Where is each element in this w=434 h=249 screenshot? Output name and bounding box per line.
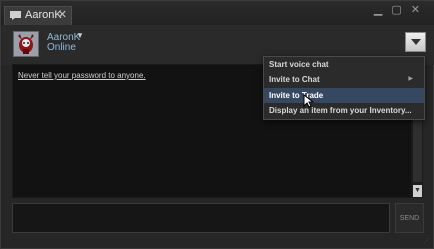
chat-options-button[interactable] [405,32,426,52]
close-icon[interactable]: ✕ [411,3,429,16]
avatar[interactable] [13,31,39,57]
security-warning-link[interactable]: Never tell your password to anyone. [18,71,146,80]
tab-aaronk[interactable]: AaronK ✕ [4,6,72,25]
scroll-down-icon[interactable]: ▼ [413,185,422,197]
menu-item-start-voice-chat[interactable]: Start voice chat [264,57,424,72]
mouse-cursor-icon [303,94,315,108]
menu-item-invite-to-chat[interactable]: Invite to Chat ▶ [264,72,424,87]
chevron-down-icon[interactable]: ▼ [76,31,84,40]
resize-grip-icon[interactable]: ⋰ [423,237,430,245]
send-button[interactable]: SEND [395,203,424,233]
tab-bar: AaronK ✕ ▁▢✕ [1,1,434,25]
window-controls: ▁▢✕ [374,3,429,16]
submenu-arrow-icon: ▶ [408,76,413,82]
tab-label: AaronK [25,9,62,21]
friend-status: Online [47,42,76,53]
menu-item-label: Start voice chat [269,60,329,69]
avatar-image [14,32,38,56]
chat-options-menu: Start voice chat Invite to Chat ▶ Invite… [263,56,425,120]
dropdown-arrow-icon [411,39,421,45]
message-input[interactable] [12,203,390,233]
maximize-icon[interactable]: ▢ [391,3,410,16]
chat-window: AaronK ✕ ▁▢✕ AaronK ▼ Online Never tell … [0,0,434,249]
menu-item-label: Display an item from your Inventory... [269,106,412,115]
menu-item-label: Invite to Trade [269,91,324,100]
tab-close-icon[interactable]: ✕ [58,8,67,21]
menu-item-display-inventory-item[interactable]: Display an item from your Inventory... [264,103,424,118]
minimize-icon[interactable]: ▁ [374,3,391,16]
chat-bubble-icon [10,11,21,20]
menu-item-label: Invite to Chat [269,75,320,84]
menu-item-invite-to-trade[interactable]: Invite to Trade [264,88,424,103]
